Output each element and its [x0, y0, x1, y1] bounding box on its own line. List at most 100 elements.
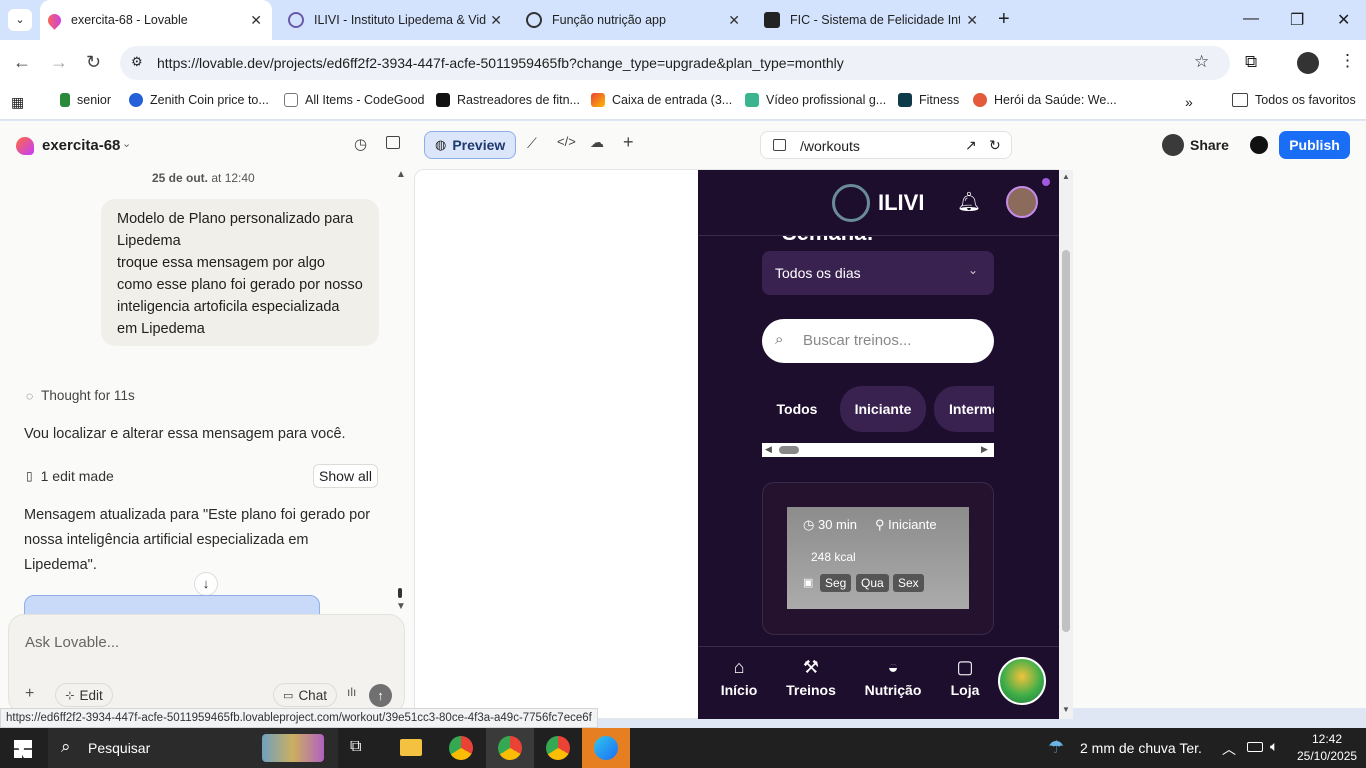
preview-scrollbar[interactable]: ▲ ▼ [1059, 170, 1073, 719]
add-icon[interactable]: + [623, 132, 634, 153]
bookmark-codegood[interactable]: All Items - CodeGood [284, 93, 425, 107]
analytics-icon[interactable]: ⟋ [527, 135, 537, 152]
scroll-right-icon[interactable]: ▶ [981, 444, 988, 455]
bell-icon[interactable]: 🔔︎ [957, 190, 981, 214]
bookmark-heroi[interactable]: Herói da Saúde: We... [973, 93, 1117, 107]
back-icon[interactable]: ← [13, 52, 31, 73]
chip-iniciante[interactable]: Iniciante [840, 386, 926, 432]
apps-grid-icon[interactable]: ▦ [11, 94, 24, 111]
chips-scrollbar[interactable]: ◀ ▶ [762, 443, 994, 457]
tab-lovable[interactable]: exercita-68 - Lovable ✕ [40, 0, 272, 40]
bookmark-video[interactable]: Vídeo profissional g... [745, 93, 886, 107]
edge-logo-icon[interactable] [594, 736, 618, 760]
forward-icon[interactable]: → [50, 52, 68, 73]
thought-indicator[interactable]: ◌ Thought for 11s [26, 388, 135, 403]
extensions-icon[interactable]: ⧉ [1245, 52, 1257, 72]
weather-text[interactable]: 2 mm de chuva Ter. [1080, 740, 1202, 756]
nav-nutricao[interactable]: ◒ Nutrição [858, 657, 928, 698]
chrome-f-icon[interactable] [546, 736, 570, 760]
sidebar-toggle-icon[interactable] [386, 136, 400, 149]
taskbar-search[interactable]: ⌕ Pesquisar [48, 728, 338, 768]
restore-icon[interactable]: ❐ [1290, 10, 1304, 30]
cloud-icon[interactable]: ☁ [590, 134, 604, 151]
github-icon[interactable] [1250, 136, 1268, 154]
day-filter-select[interactable]: Todos os dias ⌄ [762, 251, 994, 295]
more-bookmarks-icon[interactable]: » [1185, 94, 1193, 110]
project-name[interactable]: exercita-68 [42, 137, 120, 154]
edit-mode-button[interactable]: ⊹ Edit [55, 683, 113, 707]
attach-icon[interactable]: + [25, 685, 34, 703]
profile-avatar[interactable] [1297, 52, 1319, 74]
volume-icon[interactable]: 🔈︎ [1270, 738, 1278, 755]
close-tab-icon[interactable]: ✕ [966, 12, 978, 29]
battery-icon[interactable] [1247, 742, 1263, 752]
scroll-down-button[interactable]: ↓ [194, 572, 218, 596]
address-bar[interactable]: ⚙ https://lovable.dev/projects/ed6ff2f2-… [120, 46, 1230, 80]
duration-badge: ◷ 30 min [803, 517, 857, 532]
scroll-down-icon[interactable]: ▼ [1062, 705, 1070, 714]
bookmark-senior[interactable]: senior [60, 93, 111, 107]
voice-icon[interactable]: ılı [347, 685, 356, 699]
nav-loja[interactable]: ▢ Loja [930, 657, 1000, 698]
open-external-icon[interactable]: ↗ [965, 137, 977, 154]
chip-intermediario[interactable]: Interme [934, 386, 994, 432]
clock-date[interactable]: 25/10/2025 [1297, 749, 1357, 763]
scrollbar-thumb[interactable] [1062, 250, 1070, 632]
nav-inicio[interactable]: ⌂ Início [704, 657, 774, 698]
tray-chevron-icon[interactable]: ︿ [1222, 739, 1236, 759]
reload-icon[interactable]: ↻ [86, 52, 101, 73]
preview-button[interactable]: ◍ Preview [424, 131, 516, 159]
tab-search-icon[interactable]: ⌄ [8, 9, 32, 31]
share-button[interactable]: Share [1162, 131, 1238, 159]
close-tab-icon[interactable]: ✕ [250, 12, 262, 29]
assistant-fab[interactable] [998, 657, 1046, 705]
show-all-button[interactable]: Show all [313, 464, 378, 488]
chat-input[interactable]: Ask Lovable... [25, 634, 119, 651]
close-window-icon[interactable]: ✕ [1337, 10, 1350, 30]
task-view-icon[interactable]: ⧉ [350, 738, 361, 756]
workout-search-input[interactable]: ⌕ Buscar treinos... [762, 319, 994, 363]
lovable-logo-icon[interactable] [16, 137, 34, 155]
close-tab-icon[interactable]: ✕ [728, 12, 740, 29]
tab-ilivi[interactable]: ILIVI - Instituto Lipedema & Vid ✕ [280, 0, 512, 40]
code-icon[interactable]: </> [557, 134, 576, 149]
chrome-icon[interactable] [498, 736, 522, 760]
chevron-down-icon[interactable]: ⌄ [122, 137, 131, 150]
nav-treinos[interactable]: ⚒ Treinos [776, 657, 846, 698]
history-icon[interactable]: ◷ [354, 135, 367, 153]
site-info-icon[interactable]: ⚙ [131, 54, 143, 70]
tab-fic[interactable]: FIC - Sistema de Felicidade Inte ✕ [756, 0, 988, 40]
chat-mode-button[interactable]: ▭ Chat [273, 683, 337, 707]
chrome-k-icon[interactable] [449, 736, 473, 760]
user-avatar[interactable] [1006, 186, 1038, 218]
avatar [1162, 134, 1184, 156]
all-bookmarks-folder[interactable]: Todos os favoritos [1232, 93, 1356, 107]
scroll-up-icon[interactable]: ▲ [396, 169, 406, 180]
scrollbar-thumb[interactable] [779, 446, 799, 454]
bookmark-fitness-trackers[interactable]: Rastreadores de fitn... [436, 93, 580, 107]
bookmark-zenith[interactable]: Zenith Coin price to... [129, 93, 269, 107]
chat-scrollbar-thumb[interactable] [398, 588, 402, 598]
chip-todos[interactable]: Todos [762, 386, 832, 432]
scroll-left-icon[interactable]: ◀ [765, 444, 772, 455]
scroll-down-icon[interactable]: ▼ [396, 601, 406, 612]
new-tab-icon[interactable]: + [998, 8, 1010, 31]
bookmark-gmail[interactable]: Caixa de entrada (3... [591, 93, 732, 107]
windows-start-icon[interactable] [14, 740, 32, 758]
clock-time[interactable]: 12:42 [1312, 732, 1342, 746]
send-button[interactable]: ↑ [369, 684, 392, 707]
bookmark-star-icon[interactable]: ☆ [1194, 52, 1209, 72]
minimize-icon[interactable]: — [1243, 10, 1259, 28]
publish-button[interactable]: Publish [1279, 131, 1350, 159]
bookmarks-bar: ▦ senior Zenith Coin price to... All Ite… [0, 86, 1366, 120]
scroll-up-icon[interactable]: ▲ [1062, 172, 1070, 181]
menu-icon[interactable]: ⋮ [1339, 51, 1356, 71]
close-tab-icon[interactable]: ✕ [490, 12, 502, 29]
file-explorer-icon[interactable] [400, 739, 422, 756]
route-bar[interactable]: /workouts ↗ ↻ [760, 131, 1012, 159]
workout-card[interactable]: ◷ 30 min ⚲ Iniciante 248 kcal ▣ Seg Qua … [762, 482, 994, 635]
chat-input-box[interactable]: Ask Lovable... + ⊹ Edit ▭ Chat ılı ↑ [8, 614, 405, 714]
bookmark-fitness[interactable]: Fitness [898, 93, 959, 107]
tab-nutricao[interactable]: Função nutrição app ✕ [518, 0, 750, 40]
refresh-icon[interactable]: ↻ [989, 137, 1001, 154]
